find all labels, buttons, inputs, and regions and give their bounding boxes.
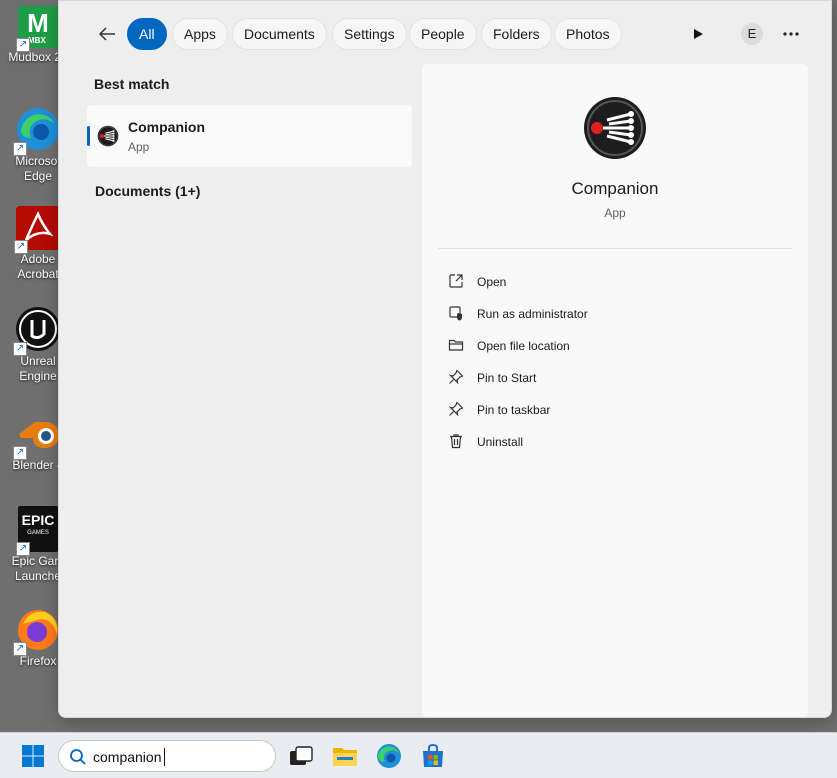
avatar[interactable]: E	[741, 23, 763, 45]
back-arrow-icon[interactable]	[93, 20, 121, 48]
admin-shield-icon	[448, 305, 464, 321]
companion-app-icon	[97, 125, 119, 147]
taskbar-search-box[interactable]	[58, 740, 276, 772]
best-match-name: Companion	[128, 119, 205, 135]
action-label: Run as administrator	[477, 307, 588, 321]
epic-icon: EPIC GAMES ↗	[16, 506, 58, 556]
edge-icon[interactable]	[376, 743, 402, 769]
selection-indicator	[87, 126, 90, 146]
more-icon[interactable]	[779, 21, 803, 45]
details-app-kind: App	[604, 206, 626, 220]
search-input[interactable]	[93, 746, 263, 768]
best-match-heading: Best match	[94, 76, 170, 92]
action-pin-to-taskbar[interactable]: Pin to taskbar	[448, 394, 788, 426]
shortcut-arrow-icon: ↗	[16, 38, 30, 52]
mudbox-badge: MBX	[28, 36, 46, 45]
action-label: Open file location	[477, 339, 570, 353]
companion-app-icon	[583, 96, 647, 160]
trash-icon	[448, 433, 464, 449]
filter-chip-all[interactable]: All	[127, 18, 167, 50]
taskbar	[0, 732, 837, 778]
action-label: Open	[477, 275, 507, 289]
filter-chip-photos[interactable]: Photos	[554, 18, 622, 50]
firefox-icon: ↗	[13, 606, 61, 656]
shortcut-arrow-icon: ↗	[13, 142, 27, 156]
filter-chip-apps[interactable]: Apps	[172, 18, 228, 50]
play-icon[interactable]	[687, 23, 709, 45]
shortcut-arrow-icon: ↗	[13, 642, 27, 656]
acrobat-icon: ↗	[14, 206, 60, 254]
filter-chip-people[interactable]: People	[409, 18, 477, 50]
pin-icon	[448, 401, 464, 417]
task-view-icon[interactable]	[288, 743, 314, 769]
best-match-kind: App	[128, 140, 150, 154]
details-pane: Companion App Open Run as administrator …	[422, 64, 808, 717]
windows-start-icon[interactable]	[21, 744, 45, 768]
action-run-as-admin[interactable]: Run as administrator	[448, 298, 788, 330]
start-search-panel: All Apps Documents Settings People Folde…	[58, 0, 832, 718]
filter-bar: All Apps Documents Settings People Folde…	[59, 15, 833, 53]
mudbox-icon: M MBX ↗	[16, 6, 58, 52]
action-label: Pin to Start	[477, 371, 537, 385]
file-explorer-icon[interactable]	[332, 743, 358, 769]
action-label: Pin to taskbar	[477, 403, 551, 417]
filter-chip-folders[interactable]: Folders	[481, 18, 552, 50]
unreal-icon: ↗	[13, 306, 61, 356]
documents-heading[interactable]: Documents (1+)	[95, 183, 200, 199]
open-external-icon	[448, 273, 464, 289]
filter-chip-documents[interactable]: Documents	[232, 18, 327, 50]
shortcut-arrow-icon: ↗	[13, 342, 27, 356]
pin-icon	[448, 369, 464, 385]
edge-icon: ↗	[13, 106, 61, 156]
details-app-name: Companion	[571, 179, 659, 198]
text-caret	[164, 748, 165, 766]
shortcut-arrow-icon: ↗	[13, 446, 27, 460]
action-label: Uninstall	[477, 435, 524, 449]
folder-icon	[448, 337, 464, 353]
action-open[interactable]: Open	[448, 266, 788, 298]
shortcut-arrow-icon: ↗	[14, 240, 28, 254]
shortcut-arrow-icon: ↗	[16, 542, 30, 556]
store-icon[interactable]	[420, 743, 446, 769]
filter-chip-settings[interactable]: Settings	[332, 18, 407, 50]
action-uninstall[interactable]: Uninstall	[448, 426, 788, 458]
action-list: Open Run as administrator Open file loca…	[448, 266, 788, 458]
action-pin-to-start[interactable]: Pin to Start	[448, 362, 788, 394]
blender-icon: ↗	[13, 410, 61, 460]
action-open-file-location[interactable]: Open file location	[448, 330, 788, 362]
search-icon	[69, 748, 87, 766]
best-match-item[interactable]: Companion App	[87, 105, 412, 167]
divider	[438, 248, 792, 249]
